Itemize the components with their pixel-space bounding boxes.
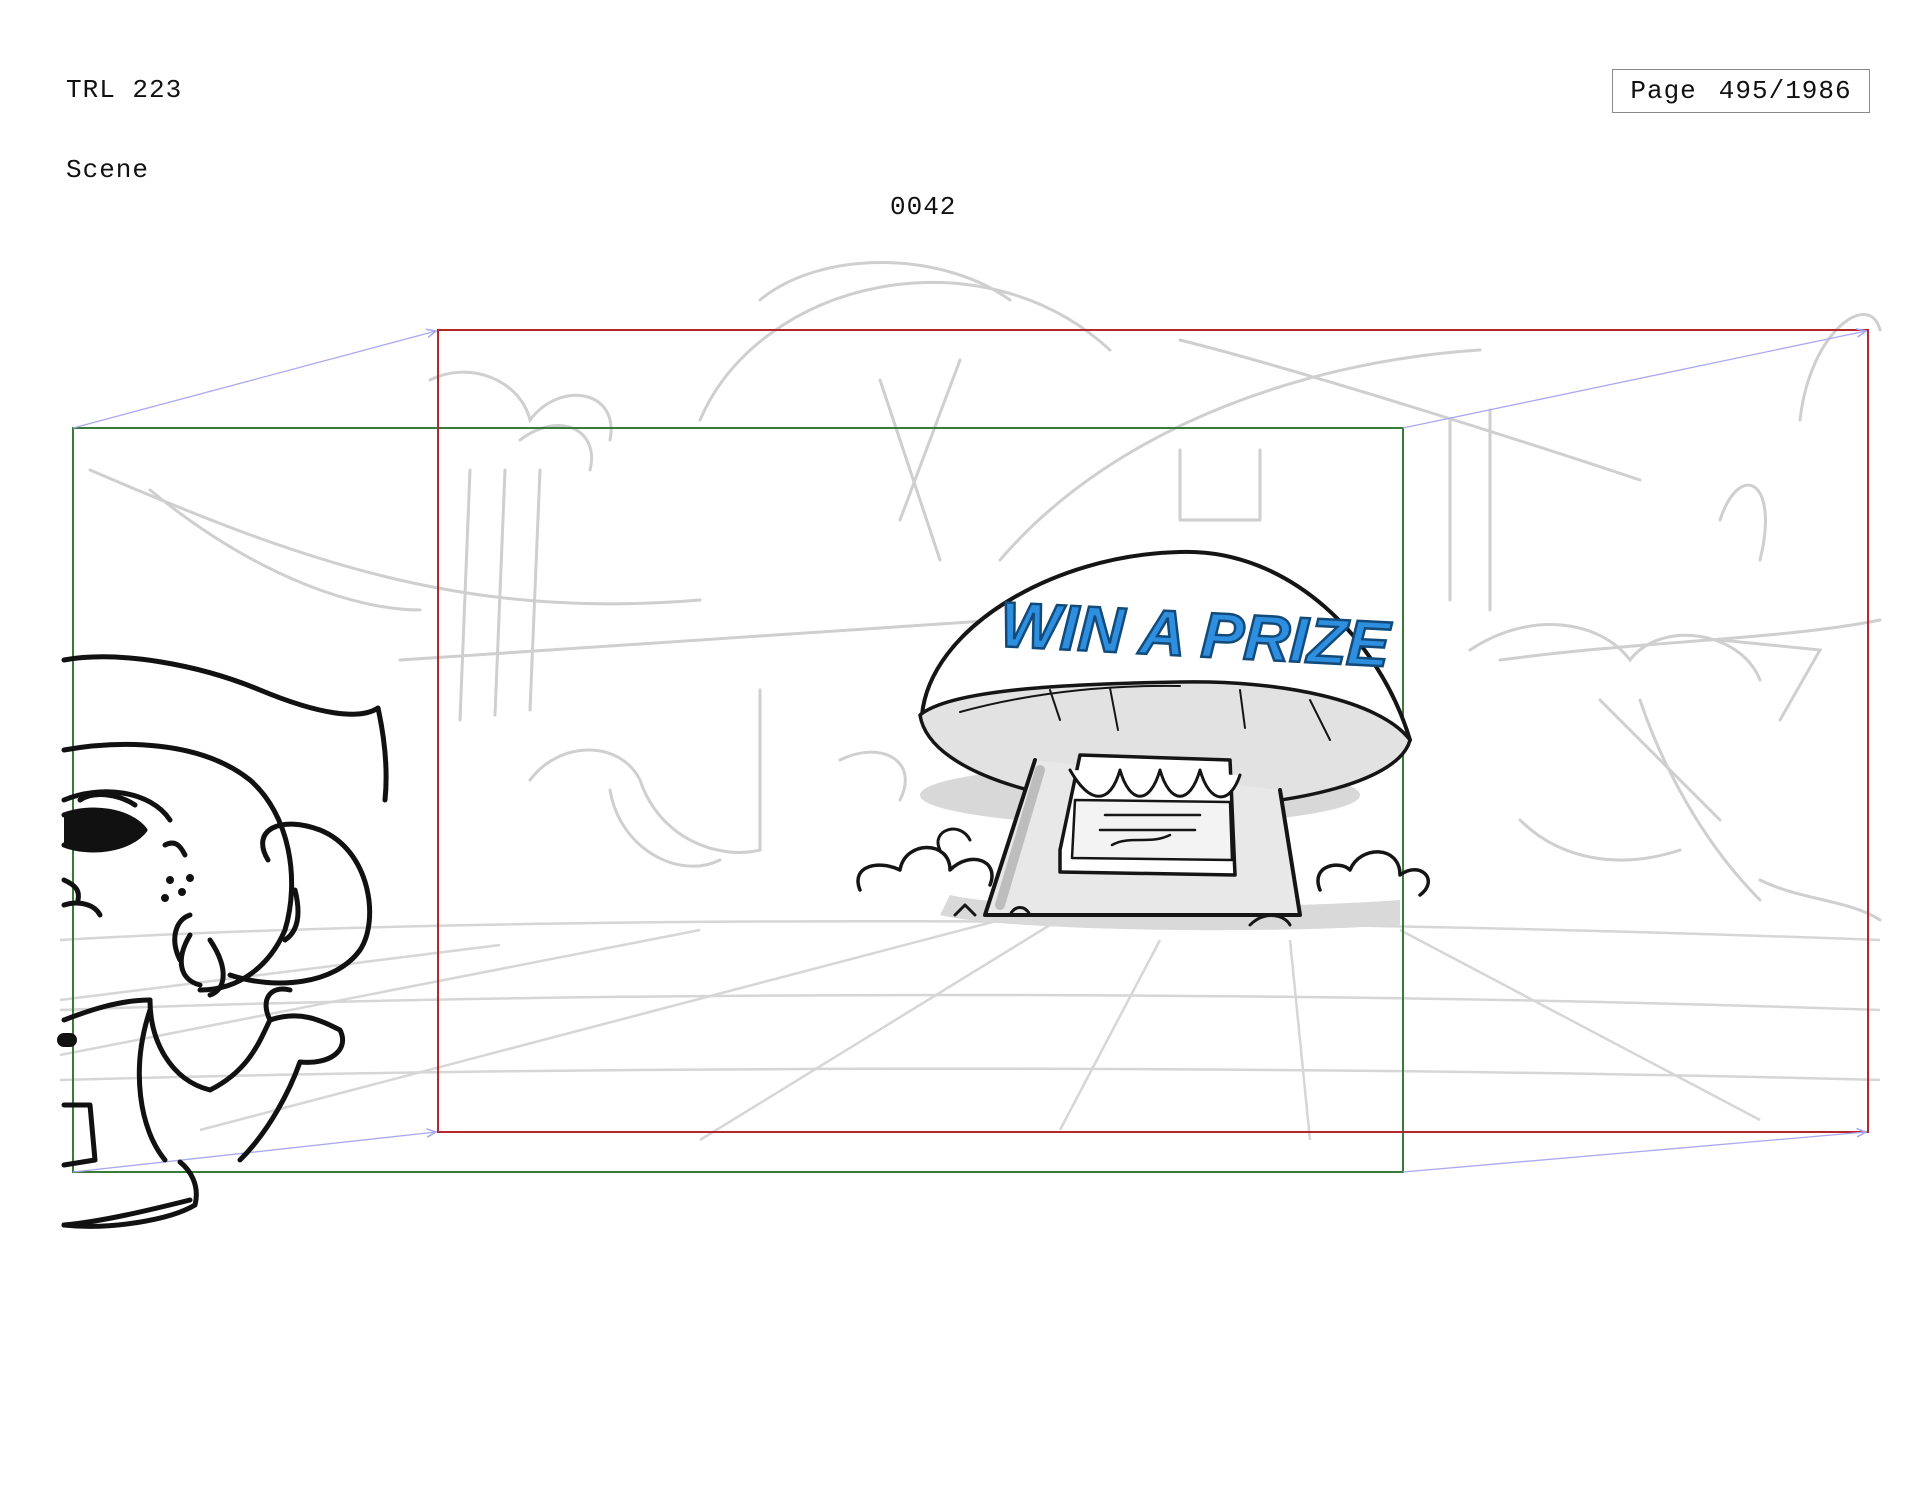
camera-move-arrow <box>72 1132 436 1173</box>
camera-move-arrow <box>1402 1132 1866 1173</box>
ground-grid <box>59 918 1881 1142</box>
camera-move-arrow <box>1402 331 1866 429</box>
storyboard-panel: WIN A PRIZE <box>57 261 1882 1229</box>
character-sketch <box>57 654 389 1229</box>
background-sketch <box>88 261 1882 922</box>
camera-move-arrow <box>72 331 436 429</box>
